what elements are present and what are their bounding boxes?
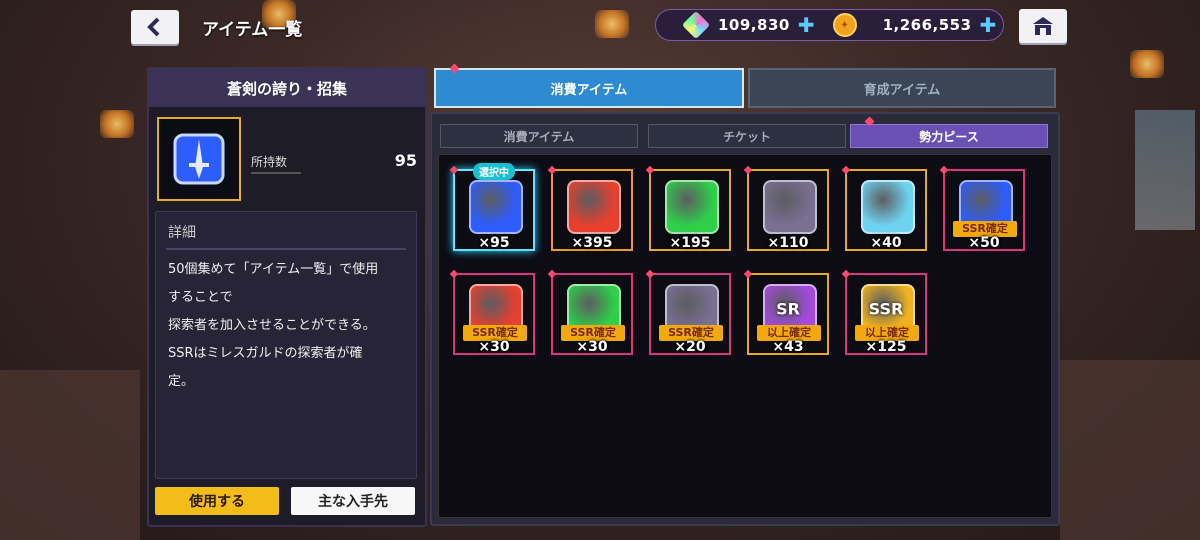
subtab-tickets[interactable]: チケット bbox=[648, 124, 846, 148]
blue-sword-piece-icon bbox=[173, 133, 225, 185]
item-slot[interactable]: SSR確定 ×30 bbox=[547, 269, 633, 355]
new-marker-icon bbox=[743, 269, 753, 279]
faction-piece-icon bbox=[763, 180, 817, 235]
item-slot[interactable]: SSR確定 ×20 bbox=[645, 269, 731, 355]
item-quantity: ×43 bbox=[772, 339, 804, 355]
coin-icon: ✦ bbox=[832, 13, 857, 37]
subtab-faction-pieces[interactable]: 勢力ピース bbox=[850, 124, 1048, 148]
detail-box: 詳細 50個集めて「アイテム一覧」で使用 することで 探索者を加入させることがで… bbox=[155, 211, 417, 479]
item-slot[interactable]: ×395 bbox=[547, 165, 633, 251]
back-button[interactable] bbox=[131, 10, 179, 44]
faction-piece-icon bbox=[469, 180, 523, 235]
add-gems-button[interactable]: ✚ bbox=[798, 13, 815, 37]
new-marker-icon bbox=[645, 269, 655, 279]
new-marker-icon bbox=[939, 165, 949, 175]
gem-count: 109,830 bbox=[718, 16, 790, 34]
item-quantity: ×20 bbox=[674, 339, 706, 355]
owned-label: 所持数 bbox=[251, 153, 301, 174]
add-coins-button[interactable]: ✚ bbox=[980, 13, 997, 37]
new-marker-icon bbox=[547, 269, 557, 279]
faction-piece-icon bbox=[567, 180, 621, 235]
new-marker-icon bbox=[841, 269, 851, 279]
detail-text: 50個集めて「アイテム一覧」で使用 することで 探索者を加入させることができる。… bbox=[168, 262, 379, 389]
item-detail-panel: 蒼剣の誇り・招集 所持数 95 詳細 50個集めて「アイテム一覧」で使用 するこ… bbox=[147, 67, 427, 527]
detail-divider bbox=[166, 248, 406, 250]
item-quantity: ×95 bbox=[478, 235, 510, 251]
currency-bar: 109,830 ✚ ✦ 1,266,553 ✚ bbox=[655, 9, 1004, 41]
item-quantity: ×395 bbox=[571, 235, 613, 251]
page-title: アイテム一覧 bbox=[202, 20, 303, 40]
item-slot[interactable]: SSR確定 ×50 bbox=[939, 165, 1025, 251]
item-quantity: ×50 bbox=[968, 235, 1000, 251]
gem-icon bbox=[681, 10, 711, 40]
detail-title: 詳細 bbox=[168, 225, 196, 241]
item-quantity: ×30 bbox=[478, 339, 510, 355]
faction-piece-icon bbox=[861, 180, 915, 235]
new-marker-icon bbox=[645, 165, 655, 175]
background-lamp bbox=[595, 10, 629, 38]
rarity-label: SR bbox=[776, 299, 800, 319]
tab-consumables[interactable]: 消費アイテム bbox=[434, 68, 744, 108]
faction-piece-icon bbox=[665, 180, 719, 235]
background-lamp bbox=[100, 110, 134, 138]
item-quantity: ×125 bbox=[865, 339, 907, 355]
item-slot[interactable]: SSR確定 ×30 bbox=[449, 269, 535, 355]
item-name: 蒼剣の誇り・招集 bbox=[149, 69, 425, 107]
new-marker-icon bbox=[547, 165, 557, 175]
rarity-label: SSR bbox=[868, 299, 904, 319]
background-lamp bbox=[1130, 50, 1164, 78]
tab-growth-items[interactable]: 育成アイテム bbox=[748, 68, 1056, 108]
menu-button[interactable] bbox=[1019, 9, 1067, 43]
menu-icon bbox=[1033, 17, 1053, 35]
new-marker-icon bbox=[743, 165, 753, 175]
item-quantity: ×195 bbox=[669, 235, 711, 251]
back-arrow-icon bbox=[147, 17, 160, 37]
item-grid: 選択中 ×95 ×395 ×195 ×110 ×40 SSR確定 ×50 SSR確定 ×30 SSR… bbox=[438, 154, 1052, 518]
item-quantity: ×30 bbox=[576, 339, 608, 355]
item-slot[interactable]: SSR 以上確定 ×125 bbox=[841, 269, 927, 355]
item-slot[interactable]: ×195 bbox=[645, 165, 731, 251]
item-slot[interactable]: ×40 bbox=[841, 165, 927, 251]
use-button[interactable]: 使用する bbox=[155, 487, 279, 515]
source-button[interactable]: 主な入手先 bbox=[291, 487, 415, 515]
item-quantity: ×40 bbox=[870, 235, 902, 251]
owned-count: 95 bbox=[394, 151, 417, 170]
item-preview bbox=[157, 117, 241, 201]
item-slot[interactable]: SR 以上確定 ×43 bbox=[743, 269, 829, 355]
coin-count: 1,266,553 bbox=[882, 16, 972, 34]
subtab-consumables[interactable]: 消費アイテム bbox=[440, 124, 638, 148]
item-slot[interactable]: ×110 bbox=[743, 165, 829, 251]
background-window bbox=[1135, 110, 1195, 230]
item-slot[interactable]: 選択中 ×95 bbox=[449, 163, 535, 251]
new-marker-icon bbox=[841, 165, 851, 175]
item-quantity: ×110 bbox=[767, 235, 809, 251]
background-shelf bbox=[0, 370, 140, 540]
new-marker-icon bbox=[449, 165, 459, 175]
selected-tag: 選択中 bbox=[473, 163, 515, 180]
item-list-panel: 消費アイテム チケット 勢力ピース 選択中 ×95 ×395 ×195 ×110 ×40 S… bbox=[430, 112, 1060, 526]
background-shelf bbox=[1060, 360, 1200, 540]
new-marker-icon bbox=[449, 269, 459, 279]
